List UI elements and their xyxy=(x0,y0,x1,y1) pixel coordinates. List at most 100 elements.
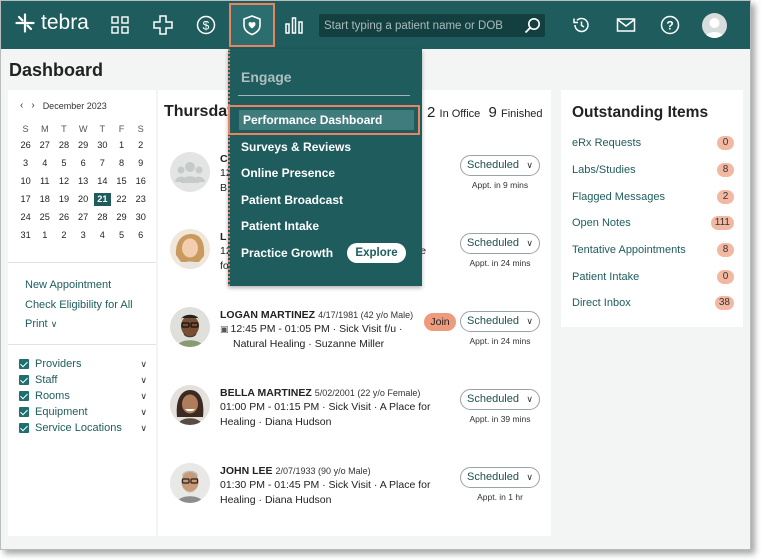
calendar-day[interactable]: 1 xyxy=(112,136,131,154)
chevron-down-icon[interactable]: ∨ xyxy=(140,388,147,404)
menu-item-patient-broadcast[interactable]: Patient Broadcast xyxy=(241,193,343,207)
search-input[interactable] xyxy=(319,14,519,37)
filter-rooms[interactable]: Rooms ∨ xyxy=(19,388,147,404)
calendar-day[interactable]: 22 xyxy=(112,190,131,208)
outstanding-item[interactable]: Open Notes 111 xyxy=(572,215,734,231)
engage-icon-button[interactable] xyxy=(229,3,275,47)
calendar-day[interactable]: 7 xyxy=(93,154,112,172)
calendar-day[interactable]: 13 xyxy=(74,172,93,190)
menu-item-performance-dashboard[interactable]: Performance Dashboard xyxy=(228,105,420,135)
calendar-day[interactable]: 17 xyxy=(16,190,35,208)
patient-name[interactable]: L xyxy=(220,231,226,243)
status-dropdown[interactable]: Scheduled ∨ xyxy=(460,467,540,488)
calendar-day[interactable]: 11 xyxy=(35,172,54,190)
appointment-row[interactable]: LOGAN MARTINEZ 4/17/1981 (42 y/o Male) ▣ 1… xyxy=(158,302,551,380)
checkbox-checked[interactable] xyxy=(19,391,29,401)
calendar-day[interactable]: 28 xyxy=(93,208,112,226)
calendar-day[interactable]: 29 xyxy=(112,208,131,226)
help-icon[interactable]: ? xyxy=(655,10,685,40)
outstanding-item[interactable]: Labs/Studies 8 xyxy=(572,162,734,178)
join-button[interactable]: Join xyxy=(424,313,456,331)
calendar-day[interactable]: 4 xyxy=(93,226,112,244)
calendar-day[interactable]: 4 xyxy=(35,154,54,172)
print-link[interactable]: Print ∨ xyxy=(25,315,133,335)
outstanding-item[interactable]: eRx Requests 0 xyxy=(572,135,734,151)
calendar-day[interactable]: 2 xyxy=(131,136,150,154)
status-dropdown[interactable]: Scheduled ∨ xyxy=(460,155,540,176)
chevron-down-icon[interactable]: ∨ xyxy=(140,356,147,372)
patient-search[interactable] xyxy=(319,14,545,37)
mail-icon[interactable] xyxy=(611,10,641,40)
filter-staff[interactable]: Staff ∨ xyxy=(19,372,147,388)
patient-name[interactable]: BELLA MARTINEZ 5/02/2001 (22 y/o Female) xyxy=(220,387,420,399)
history-icon[interactable] xyxy=(566,10,596,40)
patient-name[interactable]: JOHN LEE 2/07/1933 (90 y/o Male) xyxy=(220,465,371,477)
explore-button[interactable]: Explore xyxy=(347,243,406,263)
outstanding-item[interactable]: Tentative Appointments 8 xyxy=(572,242,734,258)
calendar-day[interactable]: 5 xyxy=(112,226,131,244)
tebra-logo[interactable]: tebra xyxy=(15,11,89,35)
calendar-day[interactable]: 9 xyxy=(131,154,150,172)
status-dropdown[interactable]: Scheduled ∨ xyxy=(460,311,540,332)
calendar-day[interactable]: 18 xyxy=(35,190,54,208)
calendar-day[interactable]: 1 xyxy=(35,226,54,244)
calendar-day[interactable]: 28 xyxy=(54,136,73,154)
calendar-day[interactable]: 5 xyxy=(54,154,73,172)
calendar-day[interactable]: 14 xyxy=(93,172,112,190)
patient-name[interactable]: C xyxy=(220,153,228,165)
calendar-day-today[interactable]: 21 xyxy=(93,190,112,208)
calendar-day[interactable]: 23 xyxy=(131,190,150,208)
new-appointment-link[interactable]: New Appointment xyxy=(25,276,133,296)
patient-name[interactable]: LOGAN MARTINEZ 4/17/1981 (42 y/o Male) xyxy=(220,309,413,321)
plus-icon[interactable] xyxy=(148,10,178,40)
calendar-day[interactable]: 15 xyxy=(112,172,131,190)
dollar-icon[interactable]: $ xyxy=(191,10,221,40)
status-dropdown[interactable]: Scheduled ∨ xyxy=(460,233,540,254)
calendar-day[interactable]: 19 xyxy=(54,190,73,208)
check-eligibility-link[interactable]: Check Eligibility for All xyxy=(25,296,133,316)
outstanding-item[interactable]: Patient Intake 0 xyxy=(572,269,734,285)
calendar-day[interactable]: 30 xyxy=(93,136,112,154)
calendar-day[interactable]: 6 xyxy=(131,226,150,244)
filter-providers[interactable]: Providers ∨ xyxy=(19,356,147,372)
menu-item-online-presence[interactable]: Online Presence xyxy=(241,166,335,180)
appointment-row[interactable]: BELLA MARTINEZ 5/02/2001 (22 y/o Female) … xyxy=(158,380,551,458)
checkbox-checked[interactable] xyxy=(19,359,29,369)
filter-equipment[interactable]: Equipment ∨ xyxy=(19,404,147,420)
calendar-day[interactable]: 29 xyxy=(74,136,93,154)
chevron-down-icon[interactable]: ∨ xyxy=(140,372,147,388)
search-icon[interactable] xyxy=(524,17,541,39)
menu-item-patient-intake[interactable]: Patient Intake xyxy=(241,219,319,233)
calendar-day[interactable]: 25 xyxy=(35,208,54,226)
calendar-day[interactable]: 10 xyxy=(16,172,35,190)
calendar-day[interactable]: 6 xyxy=(74,154,93,172)
chevron-down-icon[interactable]: ∨ xyxy=(140,420,147,436)
calendar-day[interactable]: 3 xyxy=(16,154,35,172)
calendar-day[interactable]: 3 xyxy=(74,226,93,244)
checkbox-checked[interactable] xyxy=(19,423,29,433)
calendar-day[interactable]: 20 xyxy=(74,190,93,208)
calendar-day[interactable]: 24 xyxy=(16,208,35,226)
calendar-day[interactable]: 26 xyxy=(16,136,35,154)
chevron-right-icon[interactable]: › xyxy=(31,100,34,111)
checkbox-checked[interactable] xyxy=(19,407,29,417)
calendar-day[interactable]: 12 xyxy=(54,172,73,190)
calendar-day[interactable]: 8 xyxy=(112,154,131,172)
menu-item-practice-growth[interactable]: Practice Growth xyxy=(241,246,333,260)
calendar-day[interactable]: 16 xyxy=(131,172,150,190)
chevron-left-icon[interactable]: ‹ xyxy=(20,100,23,111)
outstanding-item[interactable]: Flagged Messages 2 xyxy=(572,189,734,205)
calendar-day[interactable]: 30 xyxy=(131,208,150,226)
calendar-day[interactable]: 2 xyxy=(54,226,73,244)
bar-chart-icon[interactable] xyxy=(279,10,309,40)
outstanding-item[interactable]: Direct Inbox 38 xyxy=(572,295,734,311)
checkbox-checked[interactable] xyxy=(19,375,29,385)
calendar-day[interactable]: 27 xyxy=(74,208,93,226)
status-dropdown[interactable]: Scheduled ∨ xyxy=(460,389,540,410)
grid-icon[interactable] xyxy=(105,10,135,40)
user-avatar[interactable] xyxy=(702,13,727,38)
chevron-down-icon[interactable]: ∨ xyxy=(140,404,147,420)
filter-service-locations[interactable]: Service Locations ∨ xyxy=(19,420,147,436)
calendar-day[interactable]: 31 xyxy=(16,226,35,244)
appointment-row[interactable]: JOHN LEE 2/07/1933 (90 y/o Male) 01:30 PM… xyxy=(158,458,551,536)
